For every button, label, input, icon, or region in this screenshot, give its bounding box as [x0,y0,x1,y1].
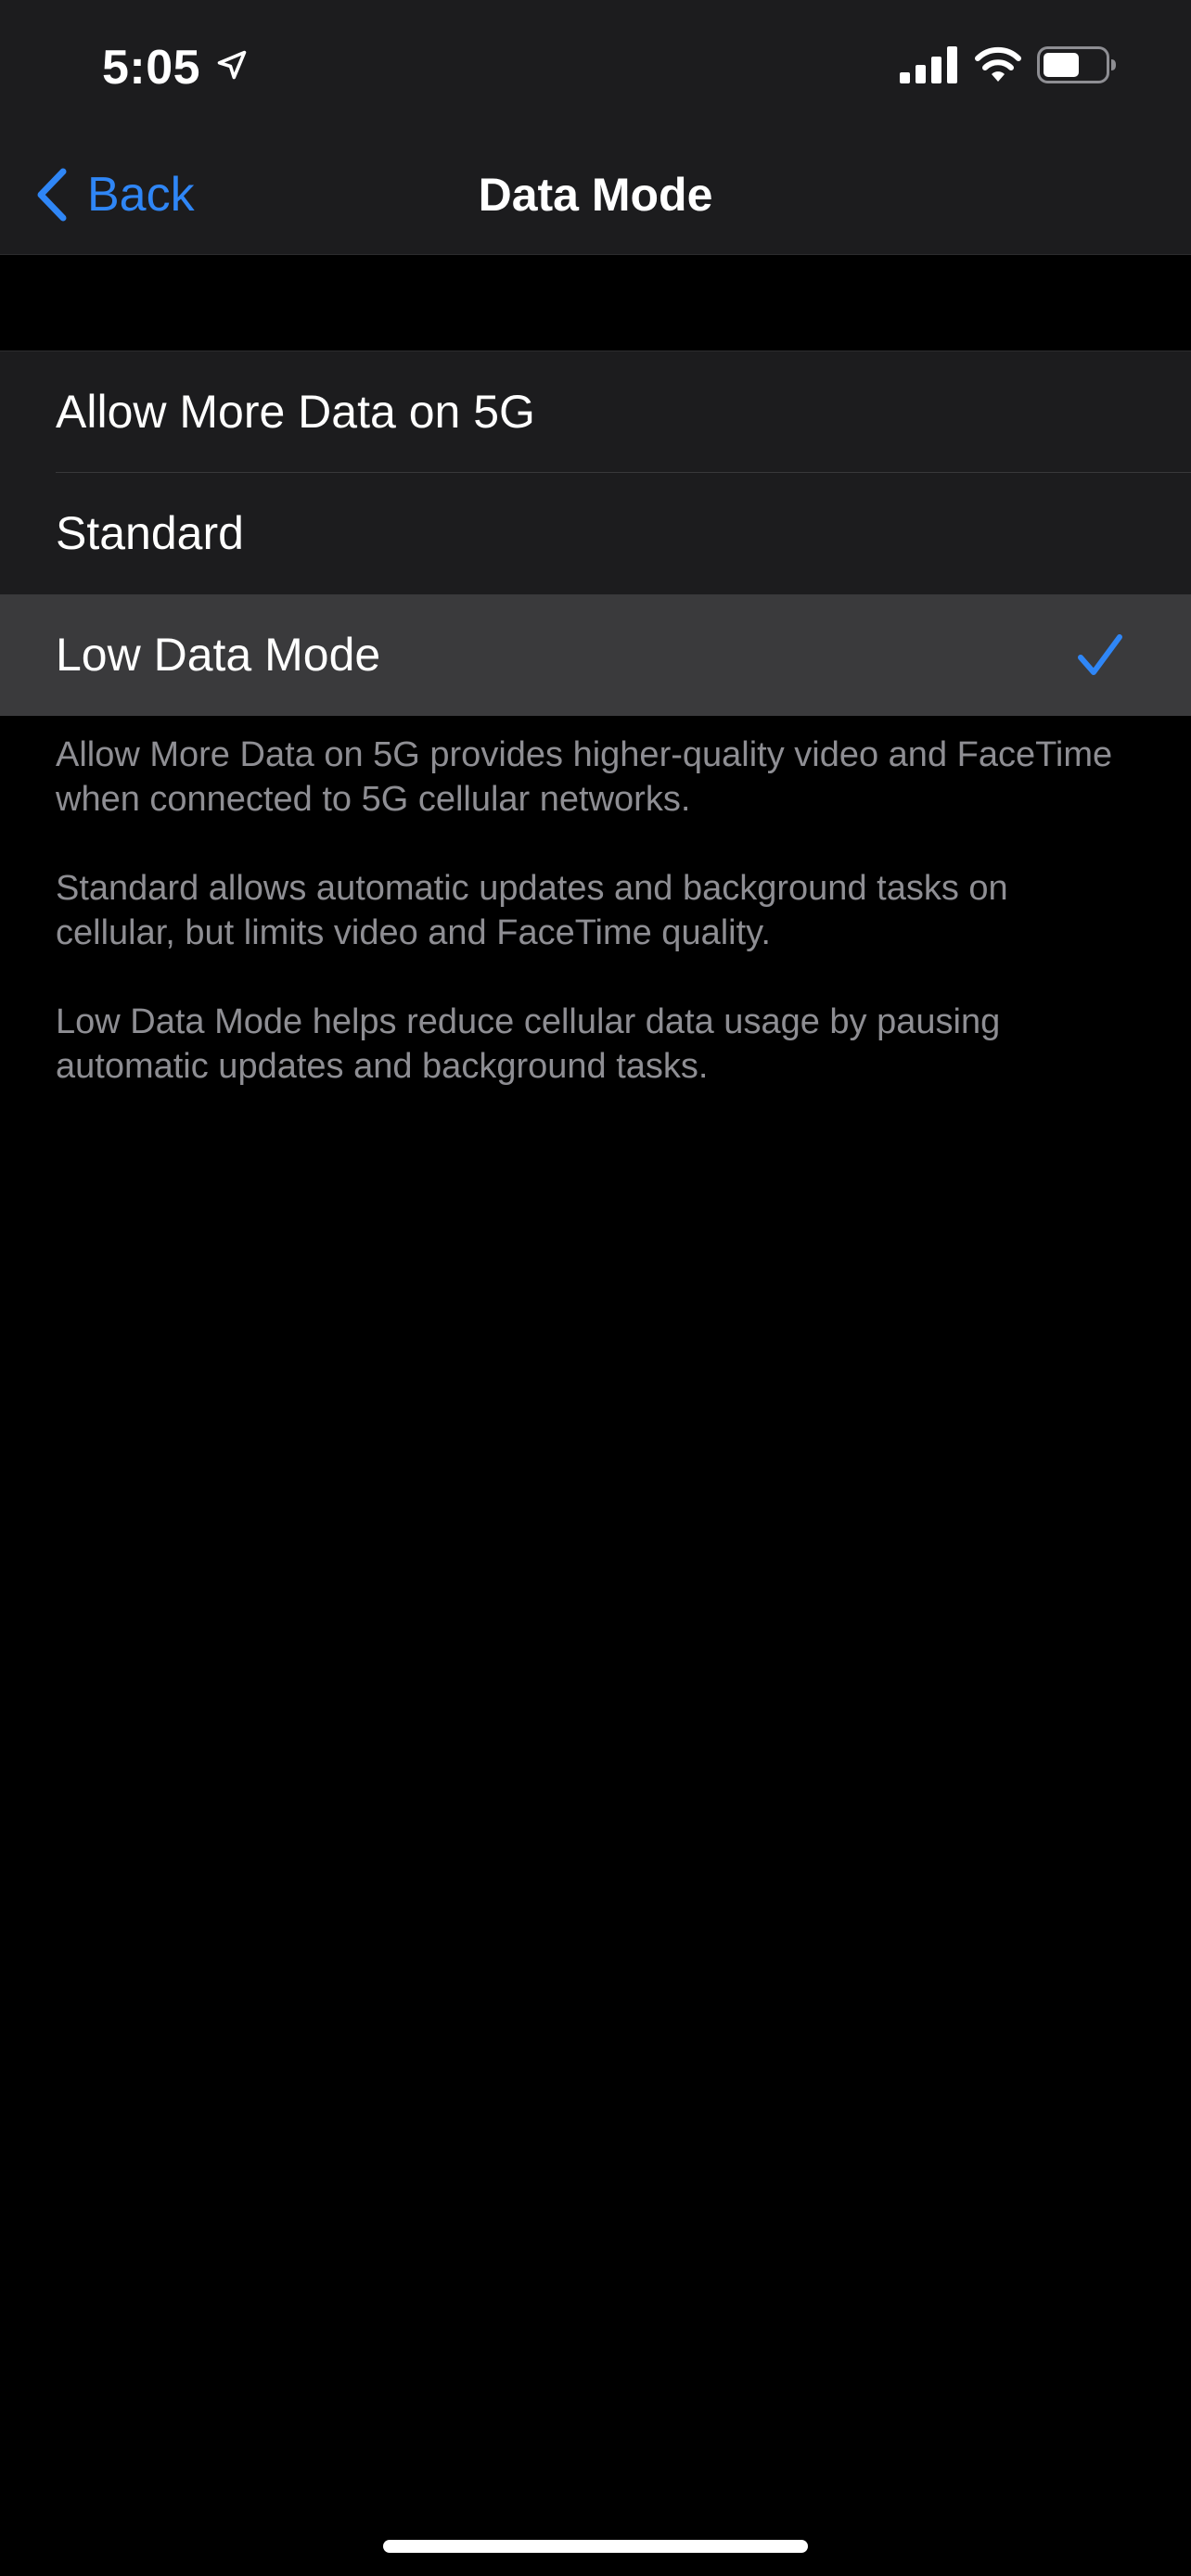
data-mode-options: Allow More Data on 5G Standard Low Data … [0,351,1191,716]
footer-description: Allow More Data on 5G provides higher-qu… [56,733,1135,1133]
location-arrow-icon [217,50,247,80]
footer-paragraph-low-data: Low Data Mode helps reduce cellular data… [56,1002,1001,1086]
page-title: Data Mode [478,169,713,221]
cellular-signal-icon [900,46,957,83]
option-label: Low Data Mode [56,629,381,681]
footer-paragraph-5g: Allow More Data on 5G provides higher-qu… [56,735,1113,819]
status-bar: 5:05 [0,0,1191,137]
option-allow-more-data-5g[interactable]: Allow More Data on 5G [0,351,1191,473]
home-indicator[interactable] [383,2540,808,2553]
option-label: Standard [56,507,244,559]
option-label: Allow More Data on 5G [56,386,535,438]
status-time: 5:05 [102,41,201,95]
option-standard[interactable]: Standard [0,473,1191,594]
battery-icon [1037,46,1116,83]
navigation-bar: Back Data Mode [0,137,1191,255]
wifi-icon [975,46,1021,82]
footer-paragraph-standard: Standard allows automatic updates and ba… [56,869,1008,952]
checkmark-icon [1078,634,1122,675]
option-low-data-mode[interactable]: Low Data Mode [0,594,1191,716]
